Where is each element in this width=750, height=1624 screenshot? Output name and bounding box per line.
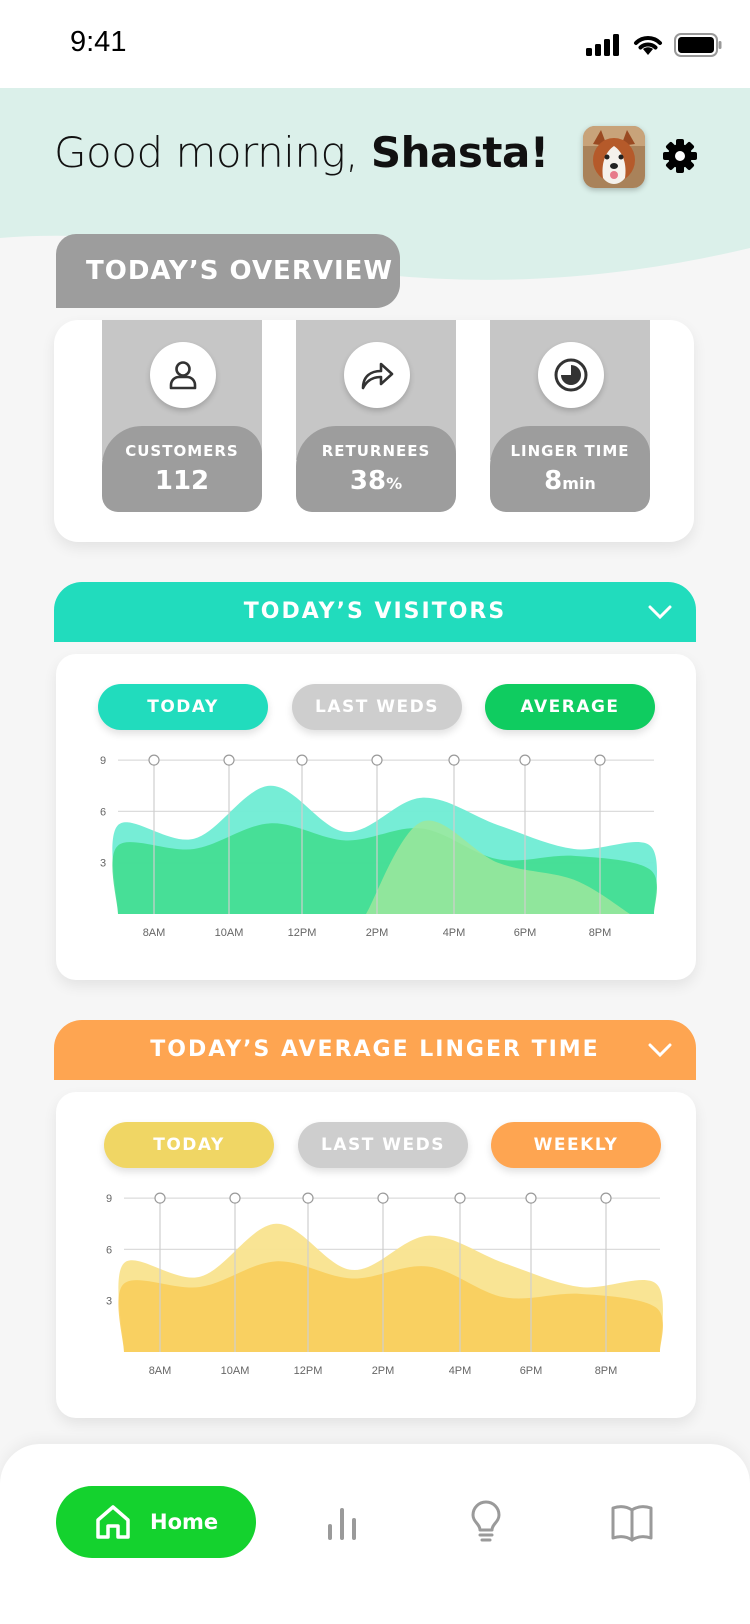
linger-header[interactable]: TODAY’S AVERAGE LINGER TIME <box>54 1020 696 1080</box>
x-marker[interactable] <box>454 1192 466 1204</box>
metric-value: 112 <box>154 466 210 496</box>
status-bar: 9:41 <box>0 0 750 88</box>
chevron-down-icon[interactable] <box>648 1040 672 1060</box>
x-tick-label: 8PM <box>595 1365 618 1377</box>
settings-gear-icon[interactable] <box>662 138 698 174</box>
nav-home-button[interactable]: Home <box>56 1486 256 1558</box>
x-tick-label: 2PM <box>372 1365 395 1377</box>
signal-icon <box>586 34 619 56</box>
metric-value: 38% <box>349 466 403 496</box>
x-tick-label: 8AM <box>143 927 166 939</box>
x-marker[interactable] <box>296 754 308 766</box>
x-tick-label: 4PM <box>449 1365 472 1377</box>
x-marker[interactable] <box>377 1192 389 1204</box>
x-tick-label: 4PM <box>443 927 466 939</box>
x-tick-label: 6PM <box>520 1365 543 1377</box>
y-tick-label: 9 <box>100 755 106 767</box>
y-tick-label: 3 <box>106 1296 112 1308</box>
x-tick-label: 10AM <box>215 927 244 939</box>
wifi-icon <box>634 36 662 55</box>
bottom-nav: Home <box>0 1444 750 1624</box>
x-marker[interactable] <box>525 1192 537 1204</box>
linger-chart-card: TODAY LAST WEDS WEEKLY 3 6 9 8AM 10AM 12PM 2PM… <box>56 1092 696 1418</box>
linger-chart: 3 6 9 8AM 10AM 12PM 2PM 4PM 6PM 8PM <box>106 1192 663 1377</box>
x-marker[interactable] <box>223 754 235 766</box>
x-tick-label: 8AM <box>149 1365 172 1377</box>
series-area <box>118 1261 663 1352</box>
y-tick-label: 3 <box>100 858 106 870</box>
x-marker[interactable] <box>148 754 160 766</box>
metric-label: LINGER TIME <box>510 442 630 460</box>
avatar[interactable] <box>583 126 645 188</box>
visitors-chart: 3 6 9 8AM 10AM 12PM 2PM 4PM 6PM 8PM <box>100 754 657 939</box>
metric-label: CUSTOMERS <box>125 442 239 460</box>
nav-home-label: Home <box>150 1510 219 1534</box>
metric-returnees[interactable]: RETURNEES 38% <box>296 320 456 512</box>
x-marker[interactable] <box>229 1192 241 1204</box>
metric-customers[interactable]: CUSTOMERS 112 <box>102 320 262 512</box>
battery-icon <box>674 33 722 57</box>
status-icons <box>586 30 722 60</box>
visitors-title: TODAY’S VISITORS <box>243 599 507 624</box>
x-marker[interactable] <box>371 754 383 766</box>
share-arrow-icon <box>344 342 410 408</box>
linger-title: TODAY’S AVERAGE LINGER TIME <box>150 1037 600 1062</box>
x-marker[interactable] <box>302 1192 314 1204</box>
y-tick-label: 9 <box>106 1193 112 1205</box>
visitors-header[interactable]: TODAY’S VISITORS <box>54 582 696 642</box>
x-tick-label: 12PM <box>294 1365 323 1377</box>
book-icon[interactable] <box>610 1500 654 1544</box>
x-tick-label: 8PM <box>589 927 612 939</box>
bar-chart-icon[interactable] <box>322 1500 366 1544</box>
visitors-chart-card: TODAY LAST WEDS AVERAGE 3 6 9 8AM 10AM 12PM 2P… <box>56 654 696 980</box>
dog-avatar-image <box>583 126 645 188</box>
x-marker[interactable] <box>519 754 531 766</box>
lightbulb-icon[interactable] <box>464 1500 508 1544</box>
x-marker[interactable] <box>448 754 460 766</box>
status-time: 9:41 <box>70 26 127 58</box>
overview-tab: TODAY’S OVERVIEW <box>56 234 400 308</box>
greeting-text: Good morning, Shasta! <box>54 128 549 177</box>
x-marker[interactable] <box>594 754 606 766</box>
x-tick-label: 2PM <box>366 927 389 939</box>
chevron-down-icon[interactable] <box>648 602 672 622</box>
metric-label: RETURNEES <box>321 442 431 460</box>
y-tick-label: 6 <box>106 1244 112 1256</box>
x-marker[interactable] <box>154 1192 166 1204</box>
x-tick-label: 10AM <box>221 1365 250 1377</box>
metric-linger-time[interactable]: LINGER TIME 8min <box>490 320 650 512</box>
y-tick-label: 6 <box>100 806 106 818</box>
home-icon <box>96 1505 130 1539</box>
x-tick-label: 6PM <box>514 927 537 939</box>
person-icon <box>150 342 216 408</box>
greeting-prefix: Good morning, <box>54 128 371 177</box>
x-tick-label: 12PM <box>288 927 317 939</box>
user-name: Shasta! <box>370 128 549 177</box>
timer-icon <box>538 342 604 408</box>
metric-value: 8min <box>544 466 596 496</box>
x-marker[interactable] <box>600 1192 612 1204</box>
